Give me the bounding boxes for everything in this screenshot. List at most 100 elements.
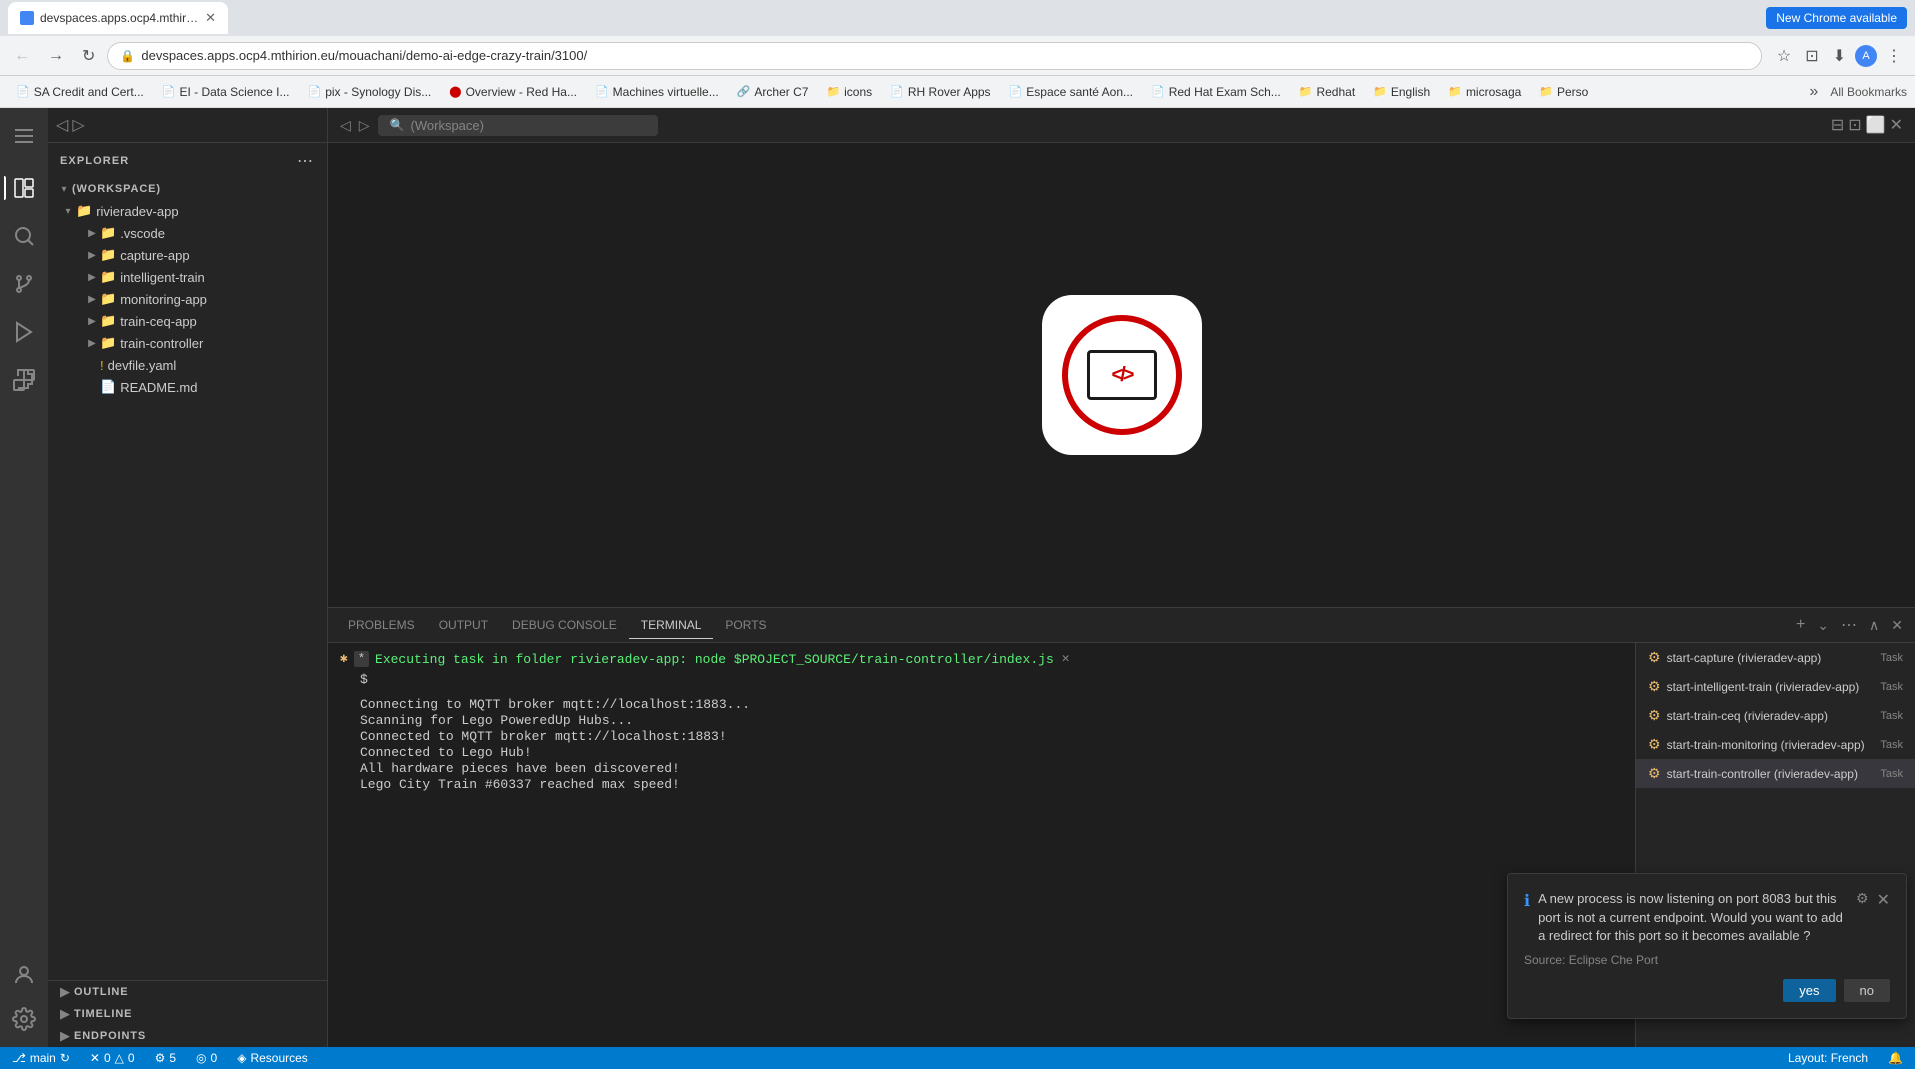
timeline-section[interactable]: ▶ TIMELINE (48, 1003, 327, 1025)
env-icon: ◈ (237, 1051, 246, 1065)
bookmark-redhat-exam[interactable]: 📄 Red Hat Exam Sch... (1143, 83, 1289, 101)
maximize-button[interactable]: ⬜ (1866, 115, 1886, 135)
workspace-label: (WORKSPACE) (72, 183, 161, 195)
address-bar[interactable]: 🔒 devspaces.apps.ocp4.mthirion.eu/mouach… (107, 42, 1761, 70)
profile-button[interactable]: A (1855, 45, 1877, 67)
activity-search-icon[interactable] (4, 216, 44, 256)
devfile-yaml-item[interactable]: ! devfile.yaml (48, 354, 327, 376)
task-start-train-ceq[interactable]: ⚙ start-train-ceq (rivieradev-app) Task (1636, 701, 1915, 730)
bookmark-sa-credit[interactable]: 📄 SA Credit and Cert... (8, 83, 152, 101)
all-bookmarks-button[interactable]: All Bookmarks (1830, 85, 1907, 99)
monitoring-app-label: monitoring-app (120, 292, 207, 307)
bookmark-rh-rover[interactable]: 📄 RH Rover Apps (882, 83, 998, 101)
new-chrome-badge[interactable]: New Chrome available (1766, 7, 1907, 29)
terminal-close-button[interactable]: ✕ (1887, 615, 1907, 636)
new-terminal-button[interactable]: + (1792, 614, 1809, 636)
activity-menu-icon[interactable] (4, 116, 44, 156)
terminal-more-button[interactable]: ⋯ (1837, 613, 1861, 637)
editor-back-button[interactable]: ◁ (340, 117, 351, 134)
vscode-folder-item[interactable]: ▶ 📁 .vscode (48, 222, 327, 244)
activity-settings-icon[interactable] (4, 999, 44, 1039)
train-ceq-folder-item[interactable]: ▶ 📁 train-ceq-app (48, 310, 327, 332)
status-branch[interactable]: ⎇ main ↻ (8, 1051, 74, 1065)
status-layout[interactable]: Layout: French (1784, 1051, 1872, 1065)
chevron-right-icon: ▶ (84, 316, 100, 327)
active-tab[interactable]: devspaces.apps.ocp4.mthirion.eu/mouachan… (8, 2, 228, 34)
train-controller-folder-item[interactable]: ▶ 📁 train-controller (48, 332, 327, 354)
download-button[interactable]: ⬇ (1828, 42, 1851, 70)
terminal-maximize-button[interactable]: ∧ (1865, 615, 1883, 636)
forward-button[interactable]: → (42, 43, 70, 69)
intelligent-train-folder-item[interactable]: ▶ 📁 intelligent-train (48, 266, 327, 288)
task-start-train-monitoring[interactable]: ⚙ start-train-monitoring (rivieradev-app… (1636, 730, 1915, 759)
split-editor-button[interactable]: ⊟ (1831, 115, 1844, 135)
terminal-output[interactable]: ✱ * Executing task in folder rivieradev-… (328, 643, 1635, 1047)
tab-output[interactable]: OUTPUT (427, 612, 500, 639)
status-env[interactable]: ◈ Resources (233, 1051, 312, 1065)
task-start-train-controller[interactable]: ⚙ start-train-controller (rivieradev-app… (1636, 759, 1915, 788)
readme-md-item[interactable]: 📄 README.md (48, 376, 327, 398)
bookmark-ei-data[interactable]: 📄 EI - Data Science I... (154, 83, 298, 101)
bookmark-label: EI - Data Science I... (179, 85, 289, 99)
workspace-search-bar[interactable]: 🔍 (Workspace) (378, 115, 658, 136)
sidebar-collapse-button[interactable]: ◁ (56, 115, 68, 135)
task-start-intelligent-train[interactable]: ⚙ start-intelligent-train (rivieradev-ap… (1636, 672, 1915, 701)
terminal-line-close[interactable]: ✕ (1062, 651, 1070, 666)
activity-account-icon[interactable] (4, 955, 44, 995)
bookmark-label: Overview - Red Ha... (466, 85, 577, 99)
status-notifications[interactable]: 🔔 (1884, 1051, 1907, 1065)
bookmark-machines[interactable]: 📄 Machines virtuelle... (587, 83, 727, 101)
bookmark-espace[interactable]: 📄 Espace santé Aon... (1001, 83, 1141, 101)
status-tasks[interactable]: ⚙ 5 (151, 1051, 180, 1065)
sidebar-header: EXPLORER ⋯ (48, 143, 327, 178)
capture-app-folder-item[interactable]: ▶ 📁 capture-app (48, 244, 327, 266)
editor-forward-button[interactable]: ▷ (359, 117, 370, 134)
tab-problems[interactable]: PROBLEMS (336, 612, 427, 639)
task-start-capture[interactable]: ⚙ start-capture (rivieradev-app) Task (1636, 643, 1915, 672)
bookmark-pix[interactable]: 📄 pix - Synology Dis... (300, 83, 440, 101)
workspace-header[interactable]: ▾ (WORKSPACE) (48, 178, 327, 200)
branch-icon: ⎇ (12, 1051, 26, 1065)
tab-ports[interactable]: PORTS (713, 612, 778, 639)
status-ports[interactable]: ◎ 0 (192, 1051, 221, 1065)
close-panel-button[interactable]: ✕ (1890, 115, 1903, 135)
bookmark-english[interactable]: 📁 English (1365, 83, 1438, 101)
bookmark-icons[interactable]: 📁 icons (818, 83, 880, 101)
notification-popup: ℹ A new process is now listening on port… (1507, 873, 1907, 1019)
root-folder-item[interactable]: ▾ 📁 rivieradev-app (48, 200, 327, 222)
notification-close-button[interactable]: ✕ (1877, 890, 1890, 910)
extensions-button[interactable]: ⊡ (1800, 42, 1823, 70)
train-controller-label: train-controller (120, 336, 203, 351)
menu-button[interactable]: ⋮ (1881, 42, 1907, 70)
bookmark-microsaga[interactable]: 📁 microsaga (1440, 83, 1529, 101)
status-errors[interactable]: ✕ 0 △ 0 (86, 1051, 139, 1065)
activity-source-control-icon[interactable] (4, 264, 44, 304)
activity-extensions-icon[interactable] (4, 360, 44, 400)
tab-debug-console[interactable]: DEBUG CONSOLE (500, 612, 629, 639)
bookmark-perso[interactable]: 📁 Perso (1531, 83, 1596, 101)
bookmark-archer[interactable]: 🔗 Archer C7 (729, 83, 817, 101)
split-terminal-button[interactable]: ⌄ (1813, 615, 1833, 636)
outline-section[interactable]: ▶ OUTLINE (48, 981, 327, 1003)
reload-button[interactable]: ↻ (76, 42, 101, 70)
activity-explorer-icon[interactable] (4, 168, 44, 208)
tasks-icon: ⚙ (155, 1051, 166, 1065)
tab-terminal[interactable]: TERMINAL (629, 612, 714, 639)
layout-button[interactable]: ⊡ (1848, 115, 1861, 135)
bookmarks-more-button[interactable]: » (1803, 81, 1824, 103)
bookmark-overview[interactable]: ⬤ Overview - Red Ha... (441, 83, 585, 101)
timeline-label: TIMELINE (74, 1008, 132, 1020)
notification-settings-button[interactable]: ⚙ (1856, 890, 1869, 907)
new-file-button[interactable]: ⋯ (295, 149, 315, 173)
endpoints-section[interactable]: ▶ ENDPOINTS (48, 1025, 327, 1047)
notification-yes-button[interactable]: yes (1783, 979, 1835, 1002)
back-button[interactable]: ← (8, 43, 36, 69)
activity-run-debug-icon[interactable] (4, 312, 44, 352)
tab-close-button[interactable]: ✕ (205, 10, 216, 26)
sidebar-forward-button[interactable]: ▷ (72, 115, 84, 135)
bookmark-redhat[interactable]: 📁 Redhat (1291, 83, 1363, 101)
bookmark-folder-icon: 📁 (1448, 85, 1462, 98)
notification-no-button[interactable]: no (1844, 979, 1890, 1002)
bookmark-star-button[interactable]: ☆ (1772, 42, 1796, 70)
monitoring-app-folder-item[interactable]: ▶ 📁 monitoring-app (48, 288, 327, 310)
